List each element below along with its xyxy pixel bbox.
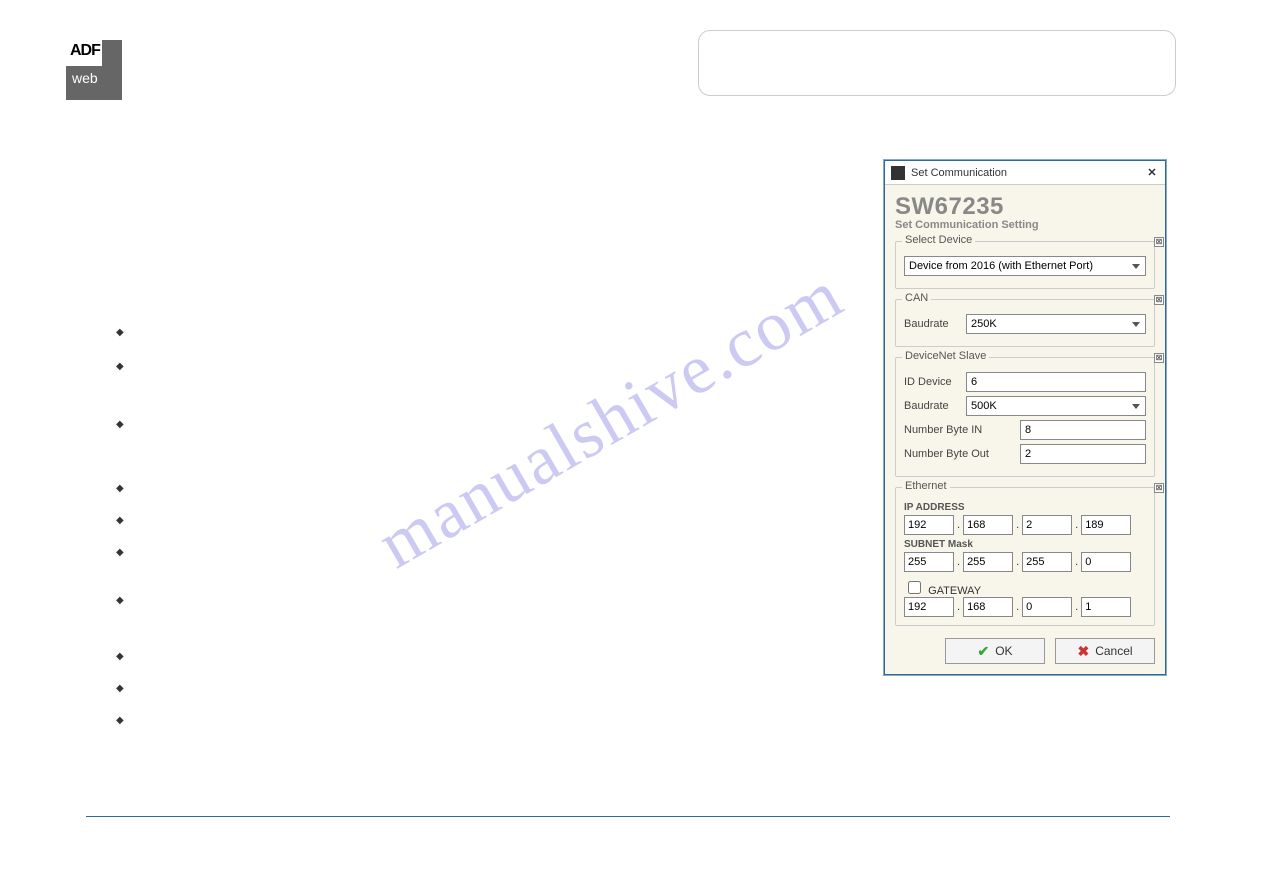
set-communication-dialog: Set Communication ✕ SW67235 Set Communic… [884,160,1166,675]
nbout-label: Number Byte Out [904,448,1014,460]
mask-octet-4[interactable] [1081,552,1131,572]
gw-octet-1[interactable] [904,597,954,617]
footer-rule [86,816,1170,817]
id-device-label: ID Device [904,376,960,388]
devicenet-group: DeviceNet Slave ⊠ ID Device Baudrate Num… [895,357,1155,477]
gateway-row: . . . [904,597,1146,617]
gateway-label: GATEWAY [928,585,981,597]
nbin-input[interactable] [1020,420,1146,440]
devnet-baudrate-dropdown[interactable] [966,396,1146,416]
check-icon: ✔ [977,643,989,660]
dialog-title: Set Communication [911,167,1007,179]
bullet-group-4 [116,646,124,728]
mask-octet-3[interactable] [1022,552,1072,572]
ip-octet-3[interactable] [1022,515,1072,535]
mask-octet-1[interactable] [904,552,954,572]
ip-address-row: . . . [904,515,1146,535]
gw-octet-2[interactable] [963,597,1013,617]
document-info-box [698,30,1176,96]
gateway-checkbox[interactable] [908,581,921,594]
ip-octet-2[interactable] [963,515,1013,535]
devicenet-legend: DeviceNet Slave [902,350,989,362]
ethernet-legend: Ethernet [902,480,950,492]
gw-octet-4[interactable] [1081,597,1131,617]
watermark: manualshive.com [365,255,857,585]
ip-address-label: IP ADDRESS [904,502,1146,513]
group-corner-icon: ⊠ [1154,483,1164,493]
close-icon[interactable]: ✕ [1145,166,1159,180]
devnet-baudrate-label: Baudrate [904,400,960,412]
cancel-x-icon: ✖ [1077,643,1089,660]
bullet-group-3 [116,478,124,608]
dialog-titlebar: Set Communication ✕ [885,161,1165,185]
can-baudrate-dropdown[interactable] [966,314,1146,334]
select-device-group: Select Device ⊠ [895,241,1155,289]
cancel-label: Cancel [1095,644,1132,658]
group-corner-icon: ⊠ [1154,353,1164,363]
ok-label: OK [995,644,1012,658]
group-corner-icon: ⊠ [1154,237,1164,247]
ok-button[interactable]: ✔ OK [945,638,1045,664]
ethernet-group: Ethernet ⊠ IP ADDRESS . . . SUBNET Mask … [895,487,1155,626]
dialog-subtitle: Set Communication Setting [895,219,1155,231]
adfweb-logo: ADF web [66,40,122,100]
select-device-dropdown[interactable] [904,256,1146,276]
bullet-group-1 [116,322,124,374]
subnet-mask-row: . . . [904,552,1146,572]
bullet-group-2 [116,414,124,432]
can-group: CAN ⊠ Baudrate [895,299,1155,347]
can-legend: CAN [902,292,931,304]
ip-octet-1[interactable] [904,515,954,535]
subnet-mask-label: SUBNET Mask [904,539,1146,550]
nbin-label: Number Byte IN [904,424,1014,436]
nbout-input[interactable] [1020,444,1146,464]
logo-line2: web [72,70,98,86]
ip-octet-4[interactable] [1081,515,1131,535]
select-device-legend: Select Device [902,234,975,246]
cancel-button[interactable]: ✖ Cancel [1055,638,1155,664]
id-device-input[interactable] [966,372,1146,392]
mask-octet-2[interactable] [963,552,1013,572]
app-code: SW67235 [895,193,1155,221]
app-icon [891,166,905,180]
gw-octet-3[interactable] [1022,597,1072,617]
group-corner-icon: ⊠ [1154,295,1164,305]
can-baudrate-label: Baudrate [904,318,960,330]
logo-line1: ADF [70,42,100,60]
